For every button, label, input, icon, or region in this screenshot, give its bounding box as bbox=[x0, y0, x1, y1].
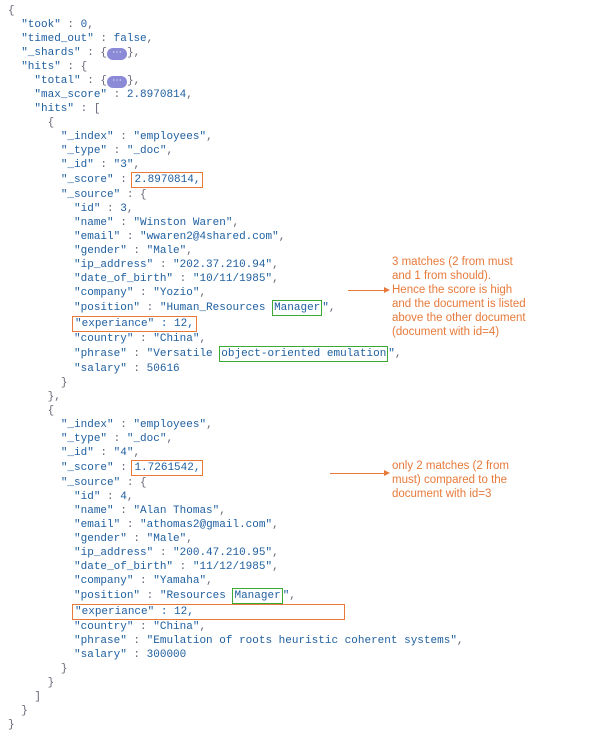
annotation-note-2: only 2 matches (2 from must) compared to… bbox=[392, 459, 592, 501]
fold-icon[interactable]: ⋯ bbox=[107, 48, 127, 60]
key-max-score: "max_score" bbox=[34, 89, 107, 101]
key-timed-out: "timed_out" bbox=[21, 33, 94, 45]
key-hits: "hits" bbox=[21, 61, 61, 73]
experience-highlight: "experiance" : 12, bbox=[72, 604, 345, 620]
match-highlight: object-oriented emulation bbox=[219, 346, 388, 362]
match-highlight: Manager bbox=[232, 588, 282, 604]
score-highlight: 1.7261542, bbox=[131, 460, 203, 476]
arrow-icon bbox=[330, 473, 384, 474]
match-highlight: Manager bbox=[272, 300, 322, 316]
fold-icon[interactable]: ⋯ bbox=[107, 76, 127, 88]
key-took: "took" bbox=[21, 19, 61, 31]
annotation-note-1: 3 matches (2 from must and 1 from should… bbox=[392, 255, 592, 339]
key-total: "total" bbox=[34, 75, 80, 87]
score-highlight: 2.8970814, bbox=[131, 172, 203, 188]
experience-highlight: "experiance" : 12, bbox=[72, 316, 197, 332]
key-shards: "_shards" bbox=[21, 47, 80, 59]
arrow-icon bbox=[348, 290, 384, 291]
json-viewer: { "took" : 0, "timed_out" : false, "_sha… bbox=[8, 4, 607, 732]
